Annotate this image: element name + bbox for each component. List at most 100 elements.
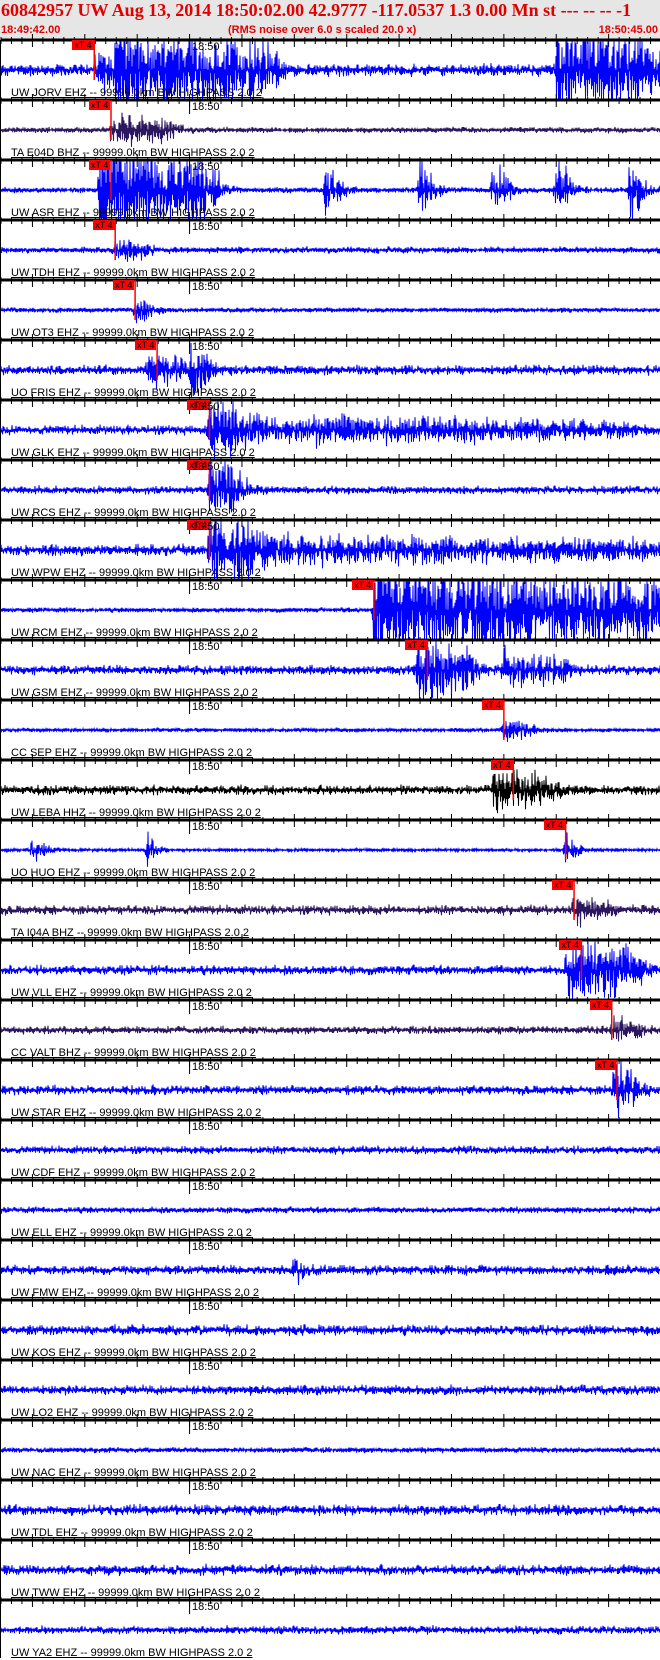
trace-panel: xT 4 18:50 UO FRIS EHZ -- 99999.0km BW HIG… [0,334,660,400]
minute-label: 18:50 [192,1481,220,1493]
trace-panel: 18:50 UW TDL EHZ -- 99999.0km BW HIGHPASS… [0,1474,660,1540]
trace-panel: xT 4 18:50 UW RCS EHZ -- 99999.0km BW HIGH… [0,454,660,520]
channel-label: UW LEBA HHZ -- 99999.0km BW HIGHPASS 2.0… [11,807,261,819]
minute-label: 18:50 [192,341,220,353]
pick-marker[interactable]: xT 4 [405,640,427,650]
channel-label: UW GLK EHZ -- 99999.0km BW HIGHPASS 2.0 … [11,447,255,459]
minute-label: 18:50 [192,581,220,593]
trace-panel: 18:50 UW CDF EHZ -- 99999.0km BW HIGHPASS… [0,1114,660,1180]
channel-label: UW WPW EHZ -- 99999.0km BW HIGHPASS 2.0 … [11,567,261,579]
waveform-trace [0,1384,660,1396]
trace-panel: xT 4 18:50 UW JORV EHZ -- 99999.0km BW HIG… [0,34,660,100]
scaling-note: (RMS noise over 6.0 s scaled 20.0 x) [228,24,417,36]
pick-marker[interactable]: xT 4 [543,820,565,830]
minute-label: 18:50 [192,401,220,413]
minute-label: 18:50 [192,1301,220,1313]
waveform-trace [0,1015,660,1042]
pick-marker[interactable]: xT 4 [552,880,574,890]
minute-label: 18:50 [192,1001,220,1013]
channel-label: CC SEP EHZ -- 99999.0km BW HIGHPASS 2.0 … [11,747,253,759]
minute-label: 18:50 [192,281,220,293]
channel-label: UW YA2 EHZ -- 99999.0km BW HIGHPASS 2.0 … [11,1647,253,1659]
channel-label: UW NAC EHZ -- 99999.0km BW HIGHPASS 2.0 … [11,1467,256,1479]
channel-label: UW TWW EHZ -- 99999.0km BW HIGHPASS 2.0 … [11,1587,260,1599]
minute-label: 18:50 [192,1121,220,1133]
channel-label: UW TDL EHZ -- 99999.0km BW HIGHPASS 2.0 … [11,1527,253,1539]
waveform-trace [0,1625,660,1635]
waveform-trace [0,1206,660,1214]
channel-label: UW JORV EHZ -- 99999.0km BW HIGHPASS 2.0… [11,87,262,99]
end-time: 18:50:45.00 [598,24,658,36]
pick-marker[interactable]: xT 4 [93,220,115,230]
channel-label: UO HUO EHZ -- 99999.0km BW HIGHPASS 2.0 … [11,867,256,879]
event-title: 60842957 UW Aug 13, 2014 18:50:02.00 42.… [1,0,632,20]
minute-label: 18:50 [192,521,220,533]
minute-label: 18:50 [192,1541,220,1553]
channel-label: UW OT3 EHZ -- 99999.0km BW HIGHPASS 2.0 … [11,327,255,339]
pick-marker[interactable]: xT 4 [89,100,111,110]
trace-panel: xT 4 18:50 UW TDH EHZ -- 99999.0km BW HIGH… [0,214,660,280]
trace-panel: xT 4 18:50 TA I04A BHZ -- 99999.0km BW HIG… [0,874,660,940]
trace-panel: xT 4 18:50 UW OT3 EHZ -- 99999.0km BW HIGH… [0,274,660,340]
channel-label: UW CDF EHZ -- 99999.0km BW HIGHPASS 2.0 … [11,1167,256,1179]
minute-label: 18:50 [192,41,220,53]
channel-label: TA I04A BHZ -- 99999.0km BW HIGHPASS 2.0… [11,927,250,939]
waveform-trace [0,300,660,324]
trace-panel: xT 4 18:50 UW GLK EHZ -- 99999.0km BW HIGH… [0,394,660,460]
pick-marker[interactable]: xT 4 [135,340,157,350]
trace-panel: 18:50 UW YA2 EHZ -- 99999.0km BW HIGHPASS… [0,1594,660,1660]
pick-marker[interactable]: xT 4 [481,700,504,710]
pick-marker[interactable]: xT 4 [113,280,135,290]
trace-panel: 18:50 UW KOS EHZ -- 99999.0km BW HIGHPASS… [0,1294,660,1360]
waveform-trace [0,1145,660,1155]
pick-marker[interactable]: xT 4 [589,1000,612,1010]
trace-panel: 18:50 UW LO2 EHZ -- 99999.0km BW HIGHPASS… [0,1354,660,1420]
trace-panel: xT 4 18:50 CC SEP EHZ -- 99999.0km BW HIGH… [0,694,660,760]
trace-panel: 18:50 UW FMW EHZ -- 99999.0km BW HIGHPASS… [0,1234,660,1300]
minute-label: 18:50 [192,1181,220,1193]
channel-label: UW TDH EHZ -- 99999.0km BW HIGHPASS 2.0 … [11,267,256,279]
pick-marker[interactable]: xT 4 [595,1060,617,1070]
trace-panel: xT 4 18:50 UW RCM EHZ -- 99999.0km BW HIGH… [0,574,660,640]
trace-panel: xT 4 18:50 UW LEBA HHZ -- 99999.0km BW HIG… [0,754,660,820]
waveform-trace [0,720,660,742]
event-header: 60842957 UW Aug 13, 2014 18:50:02.00 42.… [0,0,660,40]
channel-label: UW KOS EHZ -- 99999.0km BW HIGHPASS 2.0 … [11,1347,256,1359]
channel-label: UW ASR EHZ -- 99999.0km BW HIGHPASS 2.0 … [11,207,255,219]
minute-label: 18:50 [192,161,220,173]
minute-label: 18:50 [192,221,220,233]
pick-marker[interactable]: xT 4 [559,940,581,950]
minute-label: 18:50 [192,701,220,713]
pick-marker[interactable]: xT 4 [491,760,513,770]
start-time: 18:49:42.00 [1,24,61,36]
waveform-trace [0,1503,660,1517]
channel-label: CC VALT BHZ -- 99999.0km BW HIGHPASS 2.0… [11,1047,256,1059]
channel-label: UW VLL EHZ -- 99999.0km BW HIGHPASS 2.0 … [11,987,252,999]
minute-label: 18:50 [192,1241,220,1253]
channel-label: UW RCS EHZ -- 99999.0km BW HIGHPASS 2.0 … [11,507,256,519]
minute-label: 18:50 [192,101,220,113]
waveform-trace [0,239,660,262]
pick-marker[interactable]: xT 4 [89,160,111,170]
pick-marker[interactable]: xT 4 [351,580,374,590]
trace-panel: xT 4 18:50 UW STAR EHZ -- 99999.0km BW HIG… [0,1054,660,1120]
waveform-trace [0,1563,660,1577]
trace-panel: 18:50 UW ELL EHZ -- 99999.0km BW HIGHPASS… [0,1174,660,1240]
trace-panel: xT 4 18:50 CC VALT BHZ -- 99999.0km BW HIG… [0,994,660,1060]
minute-label: 18:50 [192,941,220,953]
channel-label: UO FRIS EHZ -- 99999.0km BW HIGHPASS 2.0… [11,387,256,399]
trace-panel: xT 4 18:50 UW GSM EHZ -- 99999.0km BW HIGH… [0,634,660,700]
minute-label: 18:50 [192,1061,220,1073]
waveform-trace [0,1323,660,1337]
trace-panel: xT 4 18:50 UO HUO EHZ -- 99999.0km BW HIGH… [0,814,660,880]
minute-label: 18:50 [192,641,220,653]
trace-panel: xT 4 18:50 UW WPW EHZ -- 99999.0km BW HIGH… [0,514,660,580]
waveform-trace [0,831,660,867]
minute-label: 18:50 [192,1361,220,1373]
channel-label: UW STAR EHZ -- 99999.0km BW HIGHPASS 2.0… [11,1107,262,1119]
trace-panel: 18:50 UW NAC EHZ -- 99999.0km BW HIGHPASS… [0,1414,660,1480]
waveform-trace [0,1446,660,1454]
waveform-trace [0,897,660,928]
pick-marker[interactable]: xT 4 [72,40,94,50]
trace-panel: xT 4 18:50 UW VLL EHZ -- 99999.0km BW HIGH… [0,934,660,1000]
